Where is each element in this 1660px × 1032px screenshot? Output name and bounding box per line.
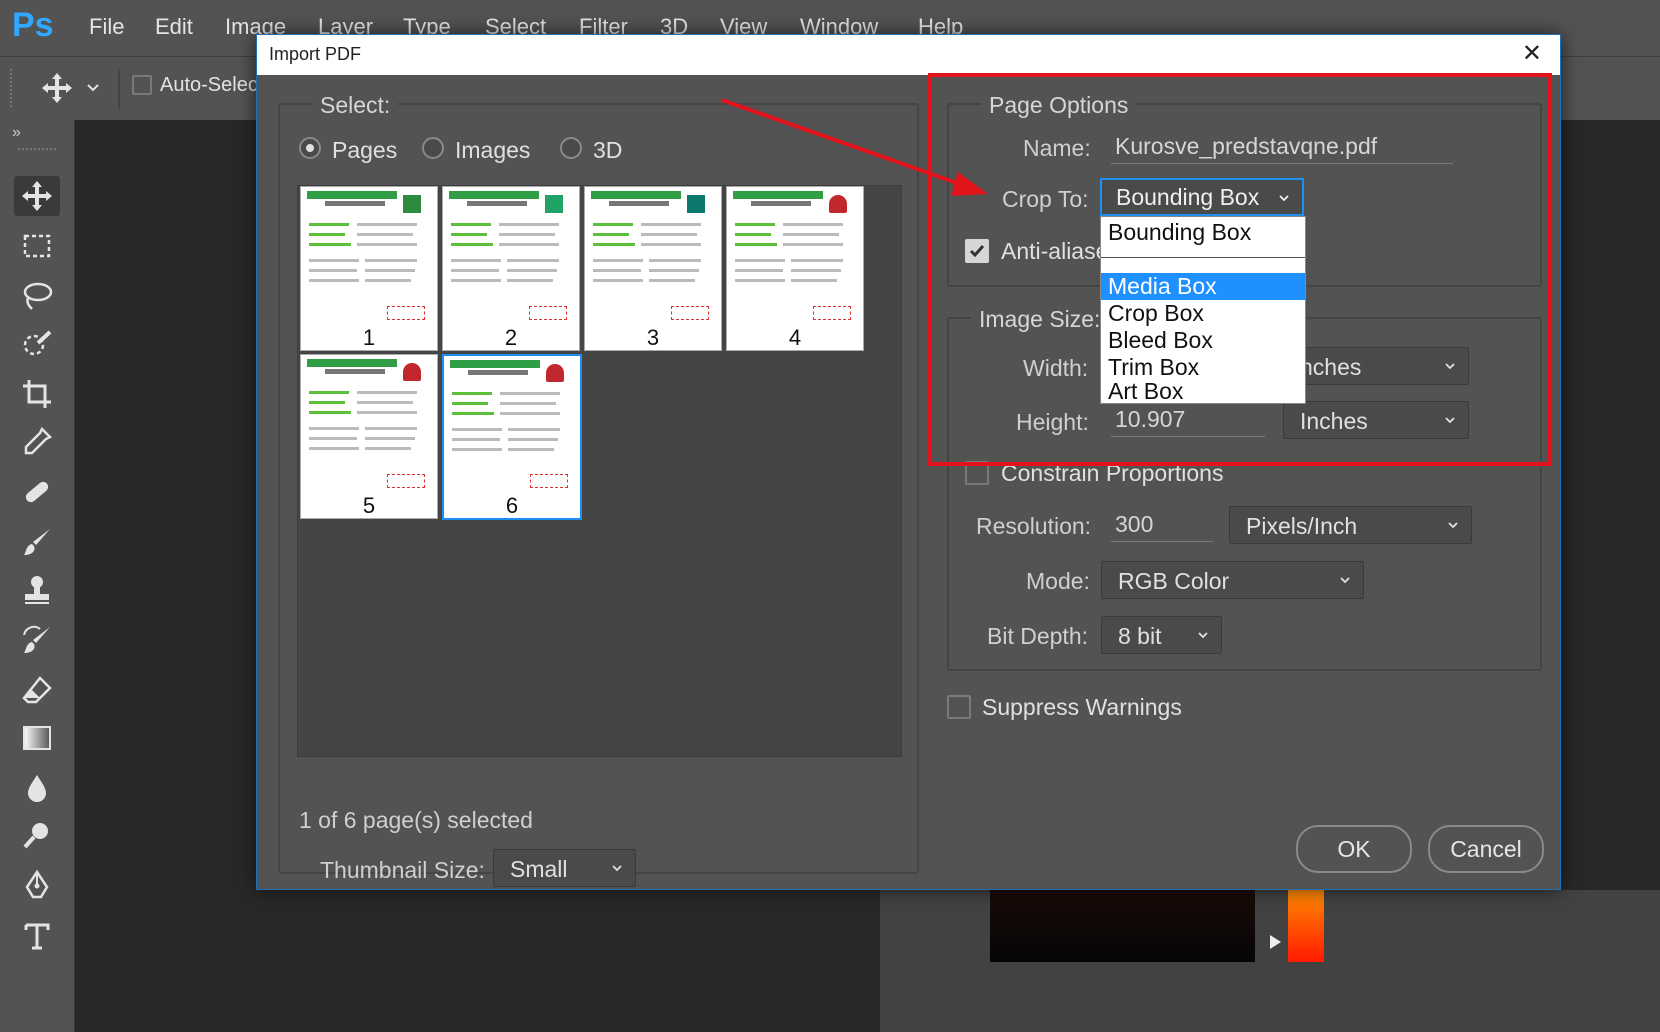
page-number: 6 — [505, 493, 519, 518]
divider — [118, 69, 120, 109]
chevron-down-icon — [1198, 632, 1208, 639]
type-icon — [24, 923, 50, 950]
dodge-icon — [23, 823, 48, 849]
pen-tool-button[interactable] — [14, 866, 60, 906]
radio-3d[interactable] — [560, 137, 582, 159]
menu-edit[interactable]: Edit — [155, 14, 193, 40]
resolution-field[interactable]: 300 — [1111, 511, 1213, 542]
ok-button[interactable]: OK — [1296, 825, 1412, 873]
stamp-icon — [25, 576, 49, 604]
page-thumbnail-selected[interactable]: 6 — [442, 354, 582, 520]
color-panel — [880, 890, 1660, 1032]
lasso-icon — [23, 282, 53, 310]
type-tool-button[interactable] — [14, 916, 60, 956]
page-number: 5 — [362, 493, 376, 518]
collapse-icon[interactable]: » — [12, 124, 21, 142]
resolution-unit-select[interactable]: Pixels/Inch — [1229, 506, 1472, 544]
pen-icon — [25, 869, 49, 899]
move-tool-button[interactable] — [14, 176, 60, 216]
mode-label: Mode: — [1026, 568, 1090, 594]
page-thumbnail[interactable]: 1 — [300, 186, 438, 351]
auto-select-label: Auto-Select — [160, 74, 264, 96]
brush-tool-button[interactable] — [14, 522, 60, 562]
marquee-icon — [23, 234, 51, 258]
page-thumbnail[interactable]: 2 — [442, 186, 580, 351]
tools-panel: » — [0, 120, 75, 1032]
eraser-icon — [22, 676, 52, 704]
page-number: 4 — [788, 325, 802, 350]
quick-select-tool-button[interactable] — [14, 324, 60, 364]
page-number: 2 — [504, 325, 518, 350]
radio-images-label[interactable]: Images — [455, 137, 530, 164]
history-brush-icon — [23, 625, 50, 653]
gradient-icon — [23, 726, 51, 750]
page-number: 1 — [362, 325, 376, 350]
radio-pages-label[interactable]: Pages — [332, 137, 397, 164]
color-field[interactable] — [990, 890, 1255, 962]
chevron-down-icon[interactable] — [86, 83, 100, 93]
bit-depth-label: Bit Depth: — [987, 623, 1088, 649]
panel-grip — [18, 148, 56, 154]
page-number: 3 — [646, 325, 660, 350]
select-group: Select: Pages Images 3D 1 2 3 4 5 6 1 of… — [278, 92, 919, 887]
radio-images[interactable] — [422, 137, 444, 159]
eyedropper-icon — [24, 426, 53, 455]
thumbnail-size-value: Small — [510, 856, 568, 882]
suppress-warnings-checkbox[interactable] — [947, 695, 971, 719]
resolution-unit-value: Pixels/Inch — [1246, 513, 1358, 539]
lasso-tool-button[interactable] — [14, 276, 60, 316]
bandage-icon — [25, 481, 49, 503]
eyedropper-tool-button[interactable] — [14, 422, 60, 462]
mode-select[interactable]: RGB Color — [1101, 561, 1364, 599]
thumbnail-size-label: Thumbnail Size: — [320, 857, 485, 883]
gradient-tool-button[interactable] — [14, 718, 60, 758]
page-thumbnail[interactable]: 5 — [300, 354, 438, 519]
bit-depth-value: 8 bit — [1118, 623, 1162, 649]
select-legend: Select: — [312, 92, 399, 119]
blur-tool-button[interactable] — [14, 768, 60, 808]
healing-tool-button[interactable] — [14, 472, 60, 512]
hue-slider-handle-icon[interactable] — [1270, 935, 1281, 949]
crop-icon — [23, 380, 51, 408]
selection-status: 1 of 6 page(s) selected — [299, 807, 533, 833]
eraser-tool-button[interactable] — [14, 670, 60, 710]
page-thumbnail[interactable]: 3 — [584, 186, 722, 351]
close-icon[interactable]: ✕ — [1522, 39, 1542, 68]
dialog-title: Import PDF — [269, 44, 362, 64]
move-tool-icon[interactable] — [40, 71, 74, 105]
hue-slider[interactable] — [1288, 890, 1324, 962]
crop-tool-button[interactable] — [14, 374, 60, 414]
resolution-label: Resolution: — [976, 513, 1092, 539]
auto-select-checkbox[interactable] — [132, 75, 152, 95]
thumbnail-grid: 1 2 3 4 5 6 — [297, 185, 902, 757]
chevron-down-icon — [612, 865, 622, 872]
brush-icon — [24, 529, 50, 555]
thumbnail-size-select[interactable]: Small — [493, 849, 636, 887]
move-icon — [22, 181, 52, 211]
quick-select-icon — [23, 330, 52, 356]
radio-3d-label[interactable]: 3D — [593, 137, 622, 164]
dialog-titlebar: Import PDF ✕ — [257, 35, 1560, 75]
suppress-warnings-label[interactable]: Suppress Warnings — [982, 694, 1182, 721]
chevron-down-icon — [1340, 577, 1350, 584]
mode-value: RGB Color — [1118, 568, 1230, 594]
options-grip — [10, 69, 16, 107]
menu-file[interactable]: File — [89, 14, 124, 40]
annotation-highlight-box — [928, 73, 1552, 466]
dodge-tool-button[interactable] — [14, 816, 60, 856]
bit-depth-select[interactable]: 8 bit — [1101, 616, 1222, 654]
stamp-tool-button[interactable] — [14, 570, 60, 610]
cancel-button[interactable]: Cancel — [1428, 825, 1544, 873]
history-brush-tool-button[interactable] — [14, 620, 60, 660]
drop-icon — [28, 775, 46, 802]
marquee-tool-button[interactable] — [14, 226, 60, 266]
chevron-down-icon — [1448, 522, 1458, 529]
photoshop-logo: Ps — [12, 6, 54, 44]
radio-pages[interactable] — [299, 137, 321, 159]
page-thumbnail[interactable]: 4 — [726, 186, 864, 351]
